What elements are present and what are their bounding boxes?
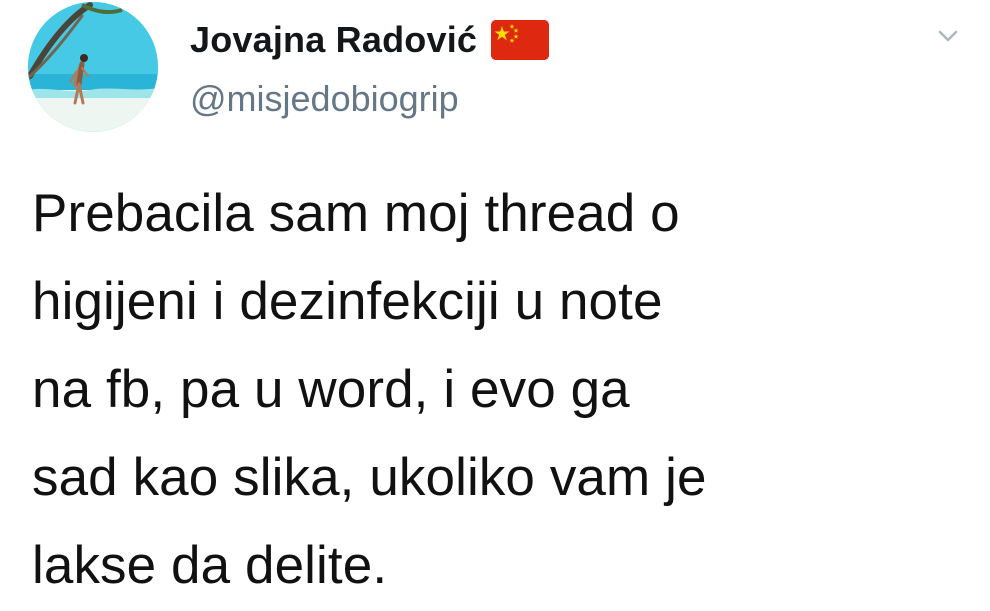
profile-avatar[interactable] bbox=[28, 2, 158, 132]
tweet-text: Prebacila sam moj thread o higijeni i de… bbox=[32, 184, 707, 595]
author-display-name[interactable]: Jovajna Radović bbox=[190, 19, 477, 61]
tweet-card: Jovajna Radović @misjedobiogrip Prebacil… bbox=[0, 0, 990, 611]
chevron-down-icon[interactable] bbox=[936, 24, 960, 48]
china-flag-icon bbox=[491, 20, 550, 60]
author-handle[interactable]: @misjedobiogrip bbox=[190, 78, 459, 120]
author-row: Jovajna Radović bbox=[190, 10, 550, 70]
beach-avatar-image bbox=[28, 2, 158, 132]
